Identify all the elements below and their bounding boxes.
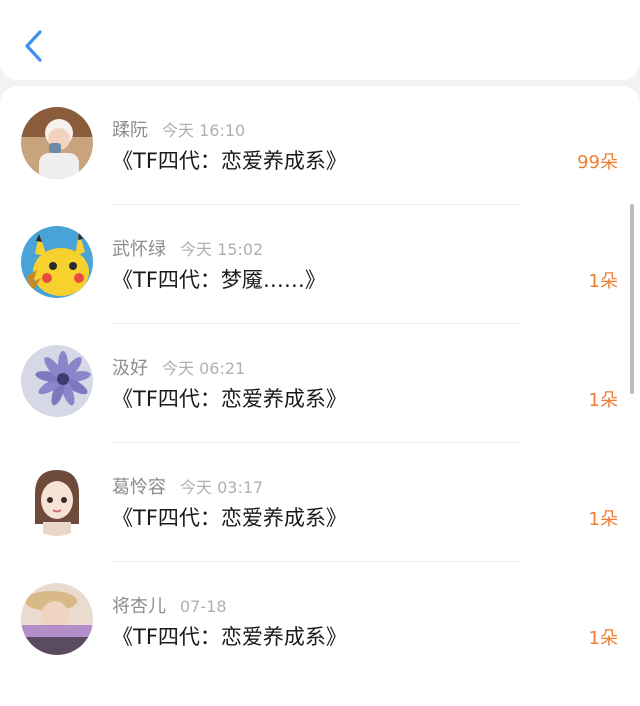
sender-name: 葛怜容 今天 03:17 (112, 477, 264, 498)
timestamp: 今天 16:10 (162, 121, 246, 140)
pikachu-avatar[interactable] (21, 226, 93, 298)
top-bar (0, 0, 640, 80)
scrollbar[interactable] (630, 204, 634, 394)
book-title: 《TF四代：恋爱养成系》 (112, 149, 347, 173)
list-item[interactable]: 武怀绿 今天 15:02 《TF四代：梦魇……》 1朵 (0, 205, 640, 324)
list-item[interactable]: 汲好 今天 06:21 《TF四代：恋爱养成系》 1朵 (0, 324, 640, 443)
flower-count: 1朵 (588, 271, 618, 292)
book-title: 《TF四代：恋爱养成系》 (112, 387, 347, 411)
list-item[interactable]: 蹂阮 今天 16:10 《TF四代：恋爱养成系》 99朵 (0, 86, 640, 205)
sender-name: 蹂阮 今天 16:10 (112, 120, 246, 141)
timestamp: 07-18 (180, 597, 227, 616)
flower-count: 1朵 (588, 390, 618, 411)
girl-photo-avatar[interactable] (21, 107, 93, 179)
list-item[interactable]: 葛怜容 今天 03:17 《TF四代：恋爱养成系》 1朵 (0, 443, 640, 562)
flower-count: 1朵 (588, 509, 618, 530)
illustrated-girl-avatar[interactable] (21, 464, 93, 536)
sender-name: 汲好 今天 06:21 (112, 358, 246, 379)
list-item[interactable]: 将杏儿 07-18 《TF四代：恋爱养成系》 1朵 (0, 562, 640, 681)
back-button[interactable] (18, 26, 54, 66)
book-title: 《TF四代：恋爱养成系》 (112, 506, 347, 530)
chevron-left-icon (25, 30, 42, 62)
flower-count: 1朵 (588, 628, 618, 649)
hat-girl-avatar[interactable] (21, 583, 93, 655)
sender-name: 武怀绿 今天 15:02 (112, 239, 264, 260)
flower-count: 99朵 (577, 152, 618, 173)
timestamp: 今天 15:02 (180, 240, 264, 259)
timestamp: 今天 03:17 (180, 478, 264, 497)
purple-flower-avatar[interactable] (21, 345, 93, 417)
book-title: 《TF四代：恋爱养成系》 (112, 625, 347, 649)
book-title: 《TF四代：梦魇……》 (112, 268, 326, 292)
message-list: 蹂阮 今天 16:10 《TF四代：恋爱养成系》 99朵 武怀绿 今天 15:02 … (0, 86, 640, 706)
timestamp: 今天 06:21 (162, 359, 246, 378)
sender-name: 将杏儿 07-18 (112, 596, 227, 617)
